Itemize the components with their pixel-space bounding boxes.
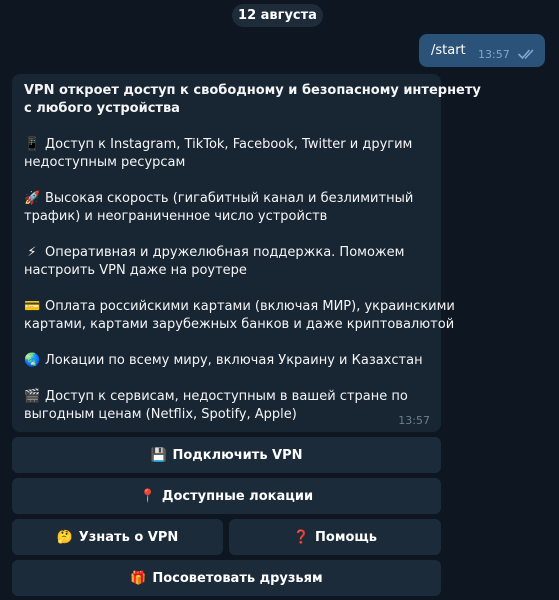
feature-text: картами, картами зарубежных банков и даж… bbox=[24, 317, 455, 332]
feature-item: 📱 Доступ к Instagram, TikTok, Facebook, T… bbox=[24, 136, 429, 172]
feature-text: Доступ к Instagram, TikTok, Facebook, Tw… bbox=[45, 137, 413, 152]
connect-vpn-label: Подключить VPN bbox=[172, 447, 303, 463]
lightning-icon: ⚡ bbox=[27, 245, 37, 260]
recommend-friends-button[interactable]: 🎁 Посоветовать друзьям bbox=[12, 560, 441, 596]
date-separator: 12 августа bbox=[232, 4, 323, 27]
rocket-icon: 🚀 bbox=[24, 191, 41, 206]
feature-text: Высокая скорость (гигабитный канал и без… bbox=[45, 191, 414, 206]
connect-vpn-button[interactable]: 💾 Подключить VPN bbox=[12, 437, 441, 473]
feature-item: 🎬 Доступ к сервисам, недоступным в вашей … bbox=[24, 388, 429, 424]
feature-text: выгодным ценам (Netflix, Spotify, Apple) bbox=[24, 407, 297, 422]
date-label: 12 августа bbox=[238, 8, 317, 23]
mobile-phone-icon: 📱 bbox=[24, 137, 41, 152]
pin-icon: 📍 bbox=[139, 488, 157, 504]
help-button[interactable]: ❓ Помощь bbox=[229, 519, 441, 555]
feature-text: Локации по всему миру, включая Украину и… bbox=[45, 353, 423, 368]
outgoing-message-text: /start bbox=[431, 43, 466, 58]
gift-icon: 🎁 bbox=[130, 570, 147, 586]
available-locations-button[interactable]: 📍 Доступные локации bbox=[12, 478, 441, 514]
message-header-line: VPN откроет доступ к свободному и безопа… bbox=[24, 83, 481, 98]
feature-item: 🚀 Высокая скорость (гигабитный канал и бе… bbox=[24, 190, 429, 226]
feature-text: Оплата российскими картами (включая МИР)… bbox=[45, 299, 455, 314]
globe-icon: 🌏 bbox=[24, 353, 41, 368]
feature-text: недоступным ресурсам bbox=[24, 155, 186, 170]
help-label: Помощь bbox=[315, 529, 377, 545]
outgoing-message[interactable]: /start 13:57 bbox=[419, 34, 545, 67]
feature-item: 💳 Оплата российскими картами (включая МИР… bbox=[24, 298, 455, 334]
feature-item: 🌏 Локации по всему миру, включая Украину … bbox=[24, 352, 429, 370]
about-vpn-label: Узнать о VPN bbox=[78, 529, 179, 545]
message-header: VPN откроет доступ к свободному и безопа… bbox=[24, 82, 481, 118]
feature-text: Оперативная и дружелюбная поддержка. Пом… bbox=[45, 245, 405, 260]
about-vpn-button[interactable]: 🤔 Узнать о VPN bbox=[12, 519, 223, 555]
incoming-message[interactable]: VPN откроет доступ к свободному и безопа… bbox=[12, 74, 481, 432]
credit-card-icon: 💳 bbox=[24, 299, 41, 314]
feature-text: трафик) и неограниченное число устройств bbox=[24, 209, 328, 224]
available-locations-label: Доступные локации bbox=[161, 488, 314, 504]
incoming-message-time: 13:57 bbox=[398, 414, 430, 427]
floppy-disk-icon: 💾 bbox=[150, 447, 167, 463]
recommend-friends-label: Посоветовать друзьям bbox=[152, 570, 323, 586]
outgoing-message-time: 13:57 bbox=[478, 48, 510, 61]
question-mark-icon: ❓ bbox=[293, 529, 310, 545]
feature-text: настроить VPN даже на роутере bbox=[24, 263, 247, 278]
clapperboard-icon: 🎬 bbox=[24, 389, 41, 404]
feature-item: ⚡ Оперативная и дружелюбная поддержка. По… bbox=[24, 244, 429, 280]
read-checkmarks-icon bbox=[518, 49, 534, 59]
thinking-face-icon: 🤔 bbox=[56, 529, 73, 545]
feature-text: Доступ к сервисам, недоступным в вашей с… bbox=[45, 389, 408, 404]
message-header-line: с любого устройства bbox=[24, 101, 180, 116]
